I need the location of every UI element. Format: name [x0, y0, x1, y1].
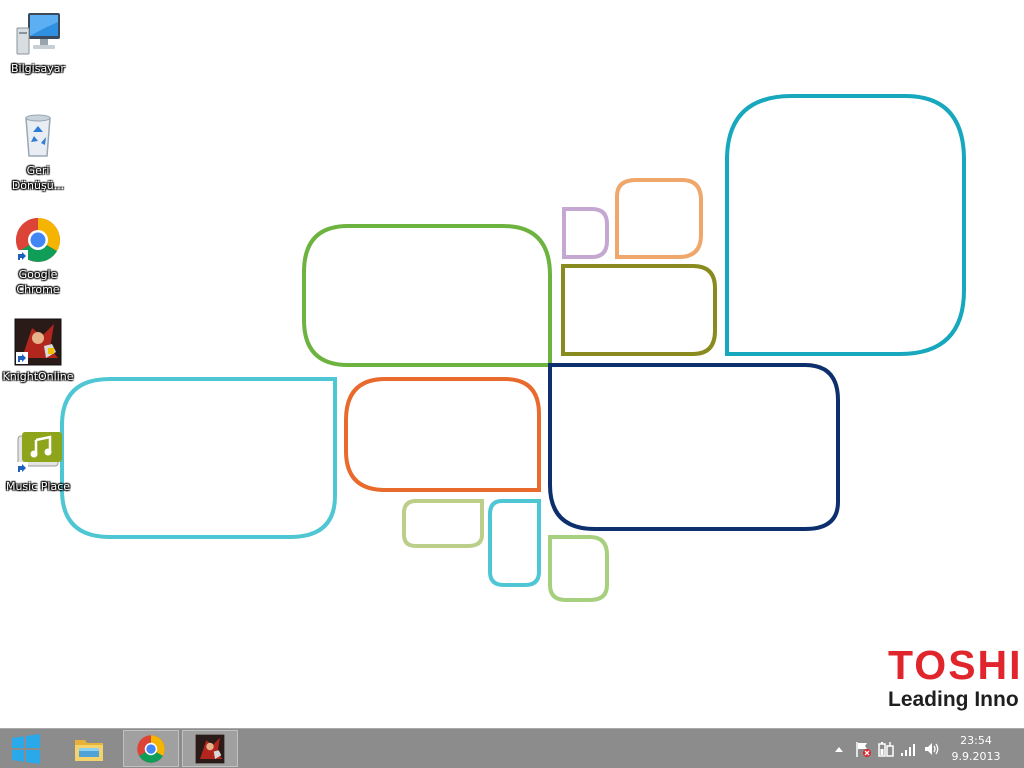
power-icon[interactable] [877, 740, 895, 758]
wallpaper-shape-orange [344, 377, 541, 492]
wallpaper-shape-navy [548, 363, 840, 531]
clock-time: 23:54 [960, 734, 992, 747]
music-icon [14, 428, 62, 476]
desktop-icon-computer[interactable]: Bilgisayar [0, 10, 76, 76]
game-icon [14, 318, 62, 366]
brand-tagline: Leading Inno [888, 688, 1019, 711]
action-center-flag-icon[interactable] [854, 740, 872, 758]
wallpaper-shape-olive [561, 264, 717, 356]
show-hidden-icons-icon[interactable] [830, 740, 848, 758]
desktop-icon-label: Bilgisayar [11, 62, 65, 75]
taskbar[interactable]: 23:54 9.9.2013 [0, 728, 1024, 768]
system-tray: 23:54 9.9.2013 [814, 729, 1024, 768]
wallpaper-shape-sage [402, 499, 484, 548]
clock-date: 9.9.2013 [951, 750, 1001, 763]
taskbar-knightonline-button[interactable] [182, 730, 238, 767]
volume-icon[interactable] [923, 740, 941, 758]
file-explorer-icon [75, 739, 103, 761]
chrome-icon [137, 734, 165, 763]
computer-icon [14, 10, 62, 58]
desktop-icon-label: Music Place [5, 480, 71, 493]
desktop-icon-knightonline[interactable]: KnightOnline [0, 318, 76, 384]
clock[interactable]: 23:54 9.9.2013 [946, 733, 1006, 765]
windows-logo-icon [12, 733, 40, 764]
wallpaper-shape-green [302, 224, 552, 367]
brand-logo: TOSHI [888, 642, 1023, 688]
desktop-icon-chrome[interactable]: Google Chrome [0, 216, 76, 297]
desktop[interactable]: TOSHI Leading Inno Bilgisayar Geri Dönüş… [0, 0, 1024, 728]
taskbar-chrome-button[interactable] [123, 730, 179, 767]
taskbar-file-explorer-button[interactable] [61, 730, 117, 767]
recycle-bin-icon [14, 112, 62, 160]
desktop-icon-label: Geri Dönüşü... [11, 164, 65, 192]
start-button[interactable] [0, 730, 52, 767]
network-signal-icon[interactable] [900, 740, 918, 758]
wallpaper-shape-teal [725, 94, 966, 356]
game-icon [195, 734, 225, 763]
wallpaper-shape-cyan-left [60, 377, 337, 539]
desktop-icon-recycle-bin[interactable]: Geri Dönüşü... [0, 112, 76, 193]
wallpaper [60, 94, 966, 602]
desktop-icon-label: Google Chrome [16, 268, 60, 296]
wallpaper-shape-cyan-small [488, 499, 541, 587]
desktop-icon-label: KnightOnline [2, 370, 74, 383]
desktop-icon-music-place[interactable]: Music Place [0, 428, 76, 494]
wallpaper-shape-lightgreen [548, 535, 609, 602]
wallpaper-shape-peach [615, 178, 703, 259]
chrome-icon [14, 216, 62, 264]
wallpaper-shape-lilac [562, 207, 609, 259]
